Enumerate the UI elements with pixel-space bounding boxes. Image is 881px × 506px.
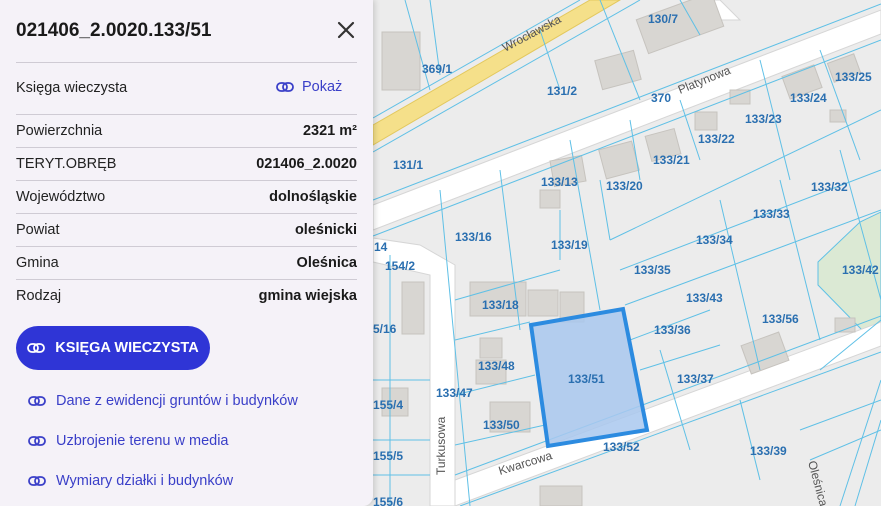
parcel-label: 133/21 [653, 153, 690, 167]
parcel-label: 133/33 [753, 207, 790, 221]
divider [16, 213, 357, 214]
parcel-label: 133/20 [606, 179, 643, 193]
parcel-label: 133/50 [483, 418, 520, 432]
attr-label-type: Rodzaj [16, 288, 62, 304]
parcel-label: 133/34 [696, 233, 733, 247]
link-icon [28, 476, 46, 486]
attr-value-county: oleśnicki [294, 222, 357, 238]
parcel-label: 133/19 [551, 238, 588, 252]
attr-value-voivodeship: dolnośląskie [269, 189, 357, 205]
parcel-label: 133/37 [677, 372, 714, 386]
parcel-label: 133/51 [568, 372, 605, 386]
parcel-label: 155/6 [373, 495, 403, 506]
link-icon [276, 82, 294, 92]
parcel-label: 131/1 [393, 158, 423, 172]
attr-label-teryt: TERYT.OBRĘB [16, 156, 117, 172]
parcel-label: 369/1 [422, 62, 452, 76]
dimensions-link-label: Wymiary działki i budynków [56, 473, 234, 489]
parcel-label: 5/16 [373, 322, 397, 336]
parcel-label: 133/24 [790, 91, 827, 105]
parcel-label: 133/52 [603, 440, 640, 454]
attr-value-commune: Oleśnica [296, 255, 357, 271]
link-icon [28, 396, 46, 406]
parcel-label: 130/7 [648, 12, 678, 26]
divider [16, 114, 357, 115]
parcel-label: 133/39 [750, 444, 787, 458]
parcel-label: 133/47 [436, 386, 473, 400]
land-register-button[interactable]: KSIĘGA WIECZYSTA [16, 326, 210, 370]
parcel-label: 133/35 [634, 263, 671, 277]
attr-label-county: Powiat [16, 222, 60, 238]
land-register-button-label: KSIĘGA WIECZYSTA [55, 340, 199, 356]
divider [16, 279, 357, 280]
parcel-label: 14 [374, 240, 388, 254]
land-records-link[interactable]: Dane z ewidencji gruntów i budynków [28, 393, 298, 409]
dimensions-link[interactable]: Wymiary działki i budynków [28, 473, 233, 489]
parcel-label: 155/5 [373, 449, 403, 463]
parcel-label: 133/36 [654, 323, 691, 337]
street-label-turkusowa: Turkusowa [434, 416, 448, 475]
attr-value-area: 2321 m² [302, 123, 357, 139]
parcel-label: 131/2 [547, 84, 577, 98]
show-land-register-link[interactable]: Pokaż [276, 79, 342, 95]
parcel-label: 133/23 [745, 112, 782, 126]
parcel-label: 370 [651, 91, 671, 105]
divider [16, 246, 357, 247]
attr-value-teryt: 021406_2.0020 [256, 156, 357, 172]
utilities-link-label: Uzbrojenie terenu w media [56, 433, 229, 449]
divider [16, 180, 357, 181]
attr-label-voivodeship: Województwo [16, 189, 106, 205]
link-icon [27, 343, 46, 353]
land-register-label: Księga wieczysta [16, 80, 128, 96]
parcel-label: 133/32 [811, 180, 848, 194]
parcel-label: 155/4 [373, 398, 403, 412]
land-records-link-label: Dane z ewidencji gruntów i budynków [56, 393, 298, 409]
attr-label-area: Powierzchnia [16, 123, 103, 139]
parcel-label: 133/42 [842, 263, 879, 277]
close-icon[interactable] [334, 18, 358, 42]
link-icon [28, 436, 46, 446]
attr-label-commune: Gmina [16, 255, 59, 271]
parcel-label: 133/43 [686, 291, 723, 305]
parcel-label: 133/18 [482, 298, 519, 312]
parcel-label: 133/13 [541, 175, 578, 189]
divider [16, 62, 357, 63]
parcel-label: 133/22 [698, 132, 735, 146]
utilities-link[interactable]: Uzbrojenie terenu w media [28, 433, 228, 449]
parcel-label: 154/2 [385, 259, 415, 273]
parcel-label: 133/16 [455, 230, 492, 244]
parcel-title: 021406_2.0020.133/51 [16, 20, 212, 41]
divider [16, 147, 357, 148]
parcel-label: 133/56 [762, 312, 799, 326]
show-link-label: Pokaż [302, 79, 343, 95]
attr-value-type: gmina wiejska [258, 288, 357, 304]
parcel-label: 133/25 [835, 70, 872, 84]
parcel-info-panel: 021406_2.0020.133/51 Księga wieczysta Po… [0, 0, 373, 506]
parcel-label: 133/48 [478, 359, 515, 373]
